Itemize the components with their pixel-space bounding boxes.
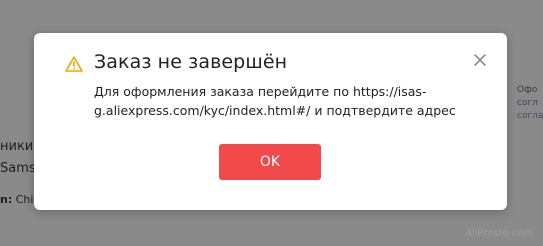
background-text-line: Офо xyxy=(517,85,538,95)
ok-button[interactable]: OK xyxy=(219,144,321,180)
background-text-line: n: Chi xyxy=(0,193,33,206)
background-right-text: Офо согл согла xyxy=(517,84,543,123)
background-label: n: xyxy=(0,193,13,206)
background-value: Chi xyxy=(15,193,34,206)
dialog-title: Заказ не завершён xyxy=(94,51,288,73)
warning-icon xyxy=(65,56,83,72)
order-incomplete-dialog: Заказ не завершён Для оформления заказа … xyxy=(34,33,507,210)
background-link: согл xyxy=(517,98,538,108)
background-text-line: Sams xyxy=(0,161,36,176)
dialog-message: Для оформления заказа перейдите по https… xyxy=(94,84,456,118)
close-icon[interactable] xyxy=(472,52,488,68)
background-link: согла xyxy=(517,111,543,121)
watermark: AliProsto.com xyxy=(465,228,533,239)
background-text-line: ники xyxy=(0,139,34,154)
